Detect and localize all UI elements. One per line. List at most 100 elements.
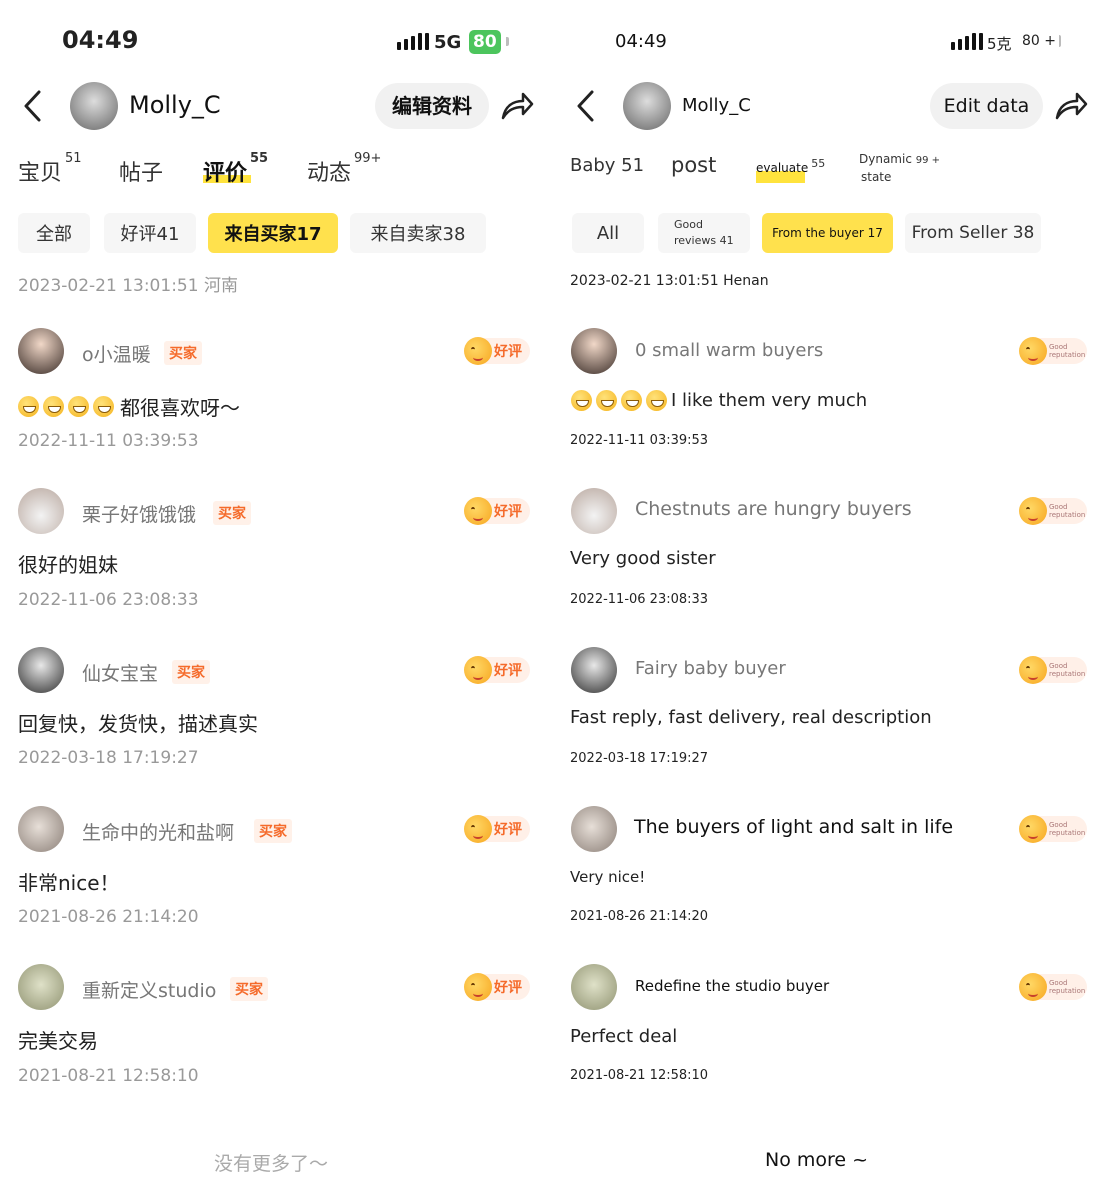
- filter-all[interactable]: 全部: [18, 213, 90, 253]
- rating-good: 好评: [464, 336, 530, 366]
- reviewer-avatar[interactable]: [571, 328, 617, 374]
- reviewer-avatar[interactable]: [18, 647, 64, 693]
- review-text: Very nice!: [570, 868, 646, 886]
- tab-posts-label: 帖子: [119, 161, 164, 186]
- buyer-badge: 买家: [164, 341, 202, 365]
- reviewer-avatar[interactable]: [18, 488, 64, 534]
- share-icon[interactable]: [499, 88, 535, 124]
- smile-icon: [464, 337, 492, 365]
- grin-emoji-icon: [596, 390, 617, 411]
- reviewer-name[interactable]: 重新定义studio: [82, 976, 216, 1003]
- review-date: 2022-11-06 23:08:33: [570, 592, 709, 607]
- tab-items-count: 51: [65, 151, 82, 166]
- reviewer-name[interactable]: Fairy baby buyer: [635, 658, 786, 679]
- review-text: Fast reply, fast delivery, real descript…: [570, 707, 932, 728]
- buyer-badge: 买家: [254, 819, 292, 843]
- reviewer-avatar[interactable]: [18, 806, 64, 852]
- grin-emoji-icon: [18, 396, 39, 417]
- reviewer-avatar[interactable]: [18, 328, 64, 374]
- reviewer-name[interactable]: o小温暖: [82, 340, 151, 367]
- tab-reviews[interactable]: evaluate 55: [756, 157, 825, 175]
- back-arrow-icon[interactable]: [571, 86, 603, 126]
- smile-icon: [464, 815, 492, 843]
- buyer-badge: 买家: [213, 501, 251, 525]
- battery-icon: 80: [469, 30, 501, 54]
- signal-icon: [951, 33, 983, 50]
- emoji-row: 都很喜欢呀～: [18, 392, 240, 421]
- review-date: 2021-08-21 12:58:10: [18, 1066, 199, 1086]
- grin-emoji-icon: [646, 390, 667, 411]
- review-date: 2021-08-26 21:14:20: [570, 909, 709, 924]
- reviewer-name[interactable]: Chestnuts are hungry buyers: [635, 498, 912, 520]
- profile-avatar[interactable]: [623, 82, 671, 130]
- reviewer-name[interactable]: 生命中的光和盐啊: [82, 818, 234, 845]
- rating-good: Good reputation: [1019, 496, 1087, 526]
- left-screen: 04:49 5G 80 Molly_C 编辑资料 宝贝51 帖子 评价55 动态…: [0, 0, 553, 1200]
- tab-reviews-count: 55: [811, 157, 826, 170]
- reviewer-avatar[interactable]: [18, 964, 64, 1010]
- reviewer-name[interactable]: 0 small warm buyers: [635, 340, 823, 361]
- reviewer-avatar[interactable]: [571, 647, 617, 693]
- reviewer-name[interactable]: The buyers of light and salt in life: [634, 816, 953, 838]
- rating-good: 好评: [464, 496, 530, 526]
- rating-good: 好评: [464, 972, 530, 1002]
- battery-icon: [1059, 35, 1061, 47]
- tab-activity-count: 99+: [354, 151, 382, 166]
- tab-reviews[interactable]: 评价55: [203, 151, 268, 187]
- signal-icon: [397, 33, 429, 50]
- tab-items-label: 宝贝: [18, 161, 63, 186]
- reviewer-avatar[interactable]: [571, 806, 617, 852]
- filter-all[interactable]: All: [572, 213, 644, 253]
- rating-good: 好评: [464, 655, 530, 685]
- review-date: 2022-11-11 03:39:53: [18, 431, 199, 451]
- tab-reviews-label: 评价: [203, 161, 248, 186]
- tab-posts[interactable]: 帖子: [119, 155, 163, 187]
- reviewer-name[interactable]: 仙女宝宝: [82, 659, 158, 686]
- tab-activity-sub: state: [861, 170, 892, 184]
- battery-tip: [506, 37, 509, 46]
- grin-emoji-icon: [93, 396, 114, 417]
- tab-items[interactable]: Baby 51: [570, 155, 644, 176]
- share-icon[interactable]: [1053, 88, 1089, 124]
- smile-icon: [1019, 497, 1047, 525]
- status-time: 04:49: [62, 26, 139, 54]
- reviewer-name[interactable]: 栗子好饿饿饿: [82, 500, 196, 527]
- edit-profile-button[interactable]: 编辑资料: [375, 83, 489, 129]
- profile-username: Molly_C: [129, 91, 221, 119]
- reviewer-name[interactable]: Redefine the studio buyer: [635, 977, 829, 995]
- tab-reviews-label: evaluate: [756, 161, 809, 175]
- timestamp-top: 2023-02-21 13:01:51 Henan: [570, 273, 769, 289]
- grin-emoji-icon: [68, 396, 89, 417]
- review-text: Very good sister: [570, 548, 716, 569]
- no-more-footer: 没有更多了～: [214, 1153, 329, 1175]
- filter-from-seller[interactable]: 来自卖家38: [350, 213, 486, 253]
- reviewer-avatar[interactable]: [571, 488, 617, 534]
- right-screen: 04:49 5克 80 + Molly_C Edit data Baby 51 …: [553, 0, 1106, 1200]
- timestamp-top: 2023-02-21 13:01:51 河南: [18, 276, 238, 296]
- rating-good: 好评: [464, 814, 530, 844]
- review-date: 2022-03-18 17:19:27: [570, 751, 709, 766]
- review-date: 2021-08-26 21:14:20: [18, 907, 199, 927]
- review-text: Perfect deal: [570, 1026, 678, 1047]
- reviewer-avatar[interactable]: [571, 964, 617, 1010]
- back-arrow-icon[interactable]: [18, 86, 50, 126]
- tab-posts[interactable]: post: [671, 153, 716, 177]
- buyer-badge: 买家: [230, 977, 268, 1001]
- rating-good: Good reputation: [1019, 814, 1087, 844]
- tab-activity[interactable]: 动态99+: [307, 151, 381, 187]
- tab-items[interactable]: 宝贝51: [18, 151, 82, 187]
- filter-from-buyer[interactable]: From the buyer 17: [762, 213, 893, 253]
- profile-avatar[interactable]: [70, 82, 118, 130]
- edit-profile-button[interactable]: Edit data: [930, 83, 1043, 129]
- smile-icon: [1019, 337, 1047, 365]
- filter-good-reviews[interactable]: 好评41: [104, 213, 196, 253]
- review-date: 2021-08-21 12:58:10: [570, 1068, 709, 1083]
- filter-from-seller[interactable]: From Seller 38: [905, 213, 1041, 253]
- filter-good-reviews[interactable]: Good reviews 41: [658, 213, 750, 253]
- smile-icon: [1019, 973, 1047, 1001]
- filter-from-buyer[interactable]: 来自买家17: [208, 213, 338, 253]
- network-label: 5G: [434, 32, 462, 53]
- battery-label: 80 +: [1022, 33, 1056, 49]
- tab-activity[interactable]: Dynamic 99 + state: [859, 151, 940, 186]
- tab-activity-count: 99 +: [915, 155, 941, 166]
